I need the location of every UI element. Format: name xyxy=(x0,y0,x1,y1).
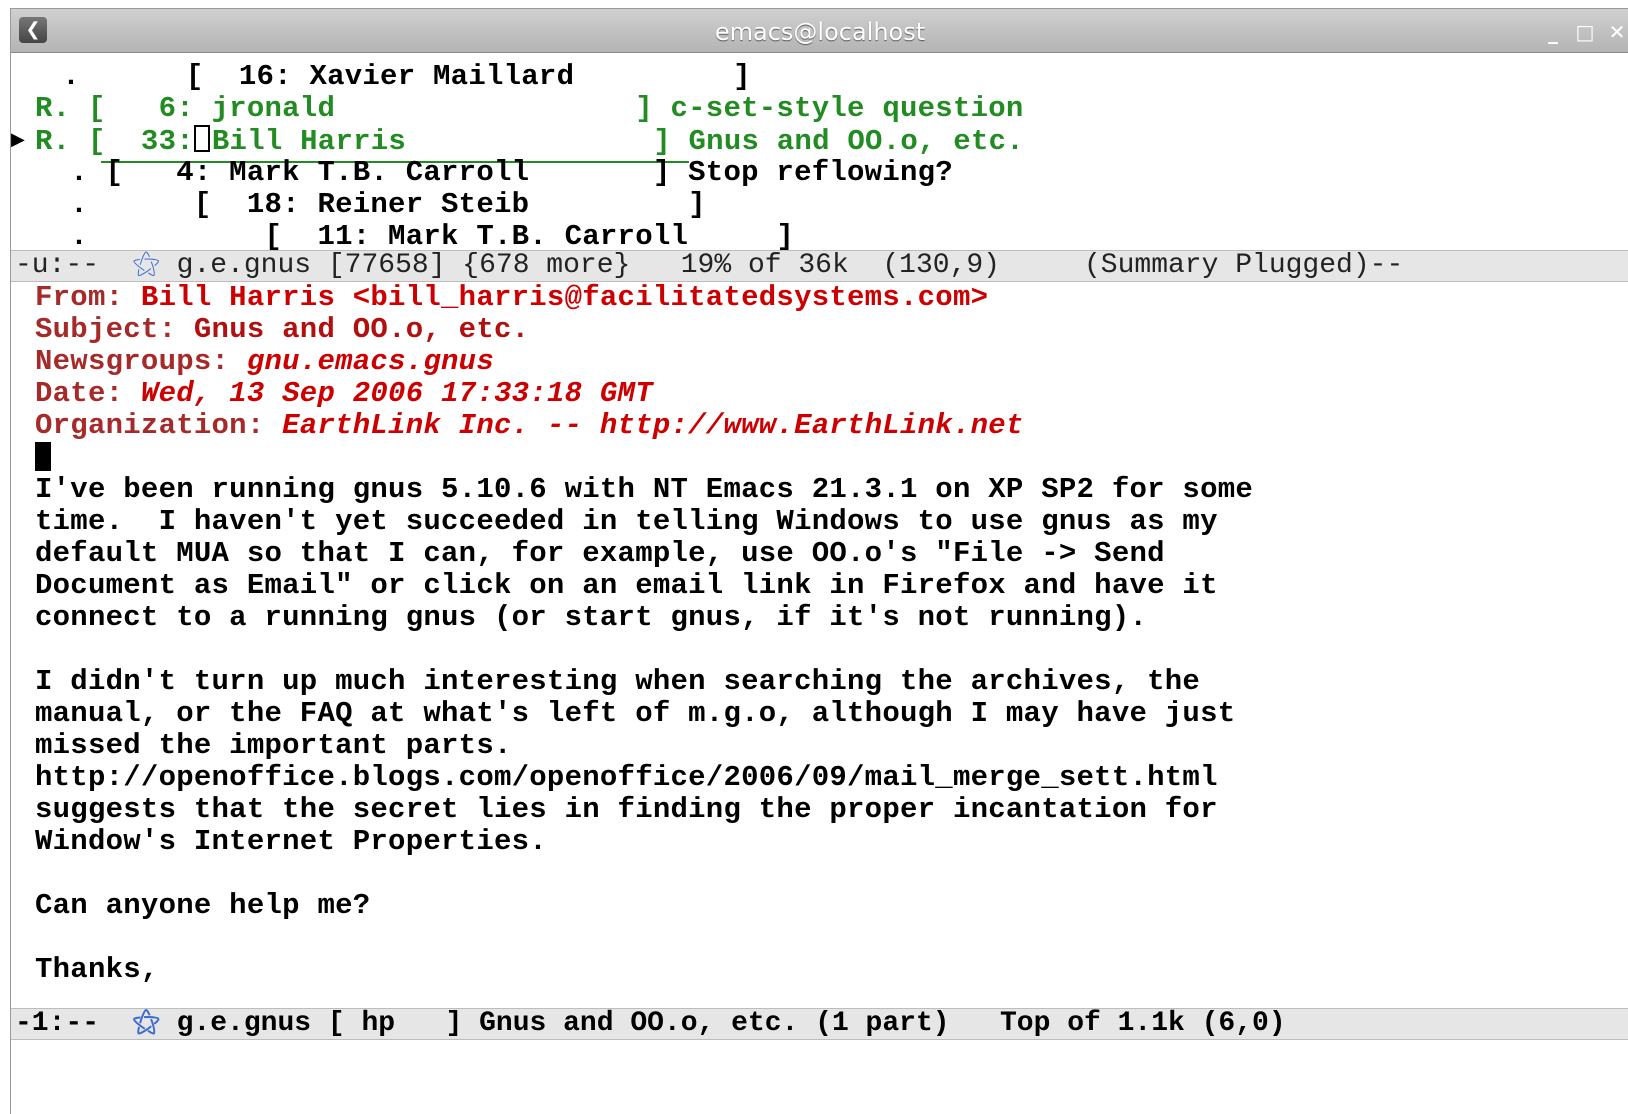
body-line: Can anyone help me? xyxy=(35,889,371,922)
body-line: Document as Email" or click on an email … xyxy=(35,569,1218,602)
body-line: manual, or the FAQ at what's left of m.g… xyxy=(35,697,1236,730)
summary-line-prefix: R. [ 33: xyxy=(35,125,194,158)
gnus-icon: ⚝ xyxy=(132,1008,160,1039)
body-line: suggests that the secret lies in finding… xyxy=(35,793,1218,826)
header-name: Date: xyxy=(35,377,124,410)
modeline-text: -1:-- ⚝ g.e.gnus [ hp ] Gnus and OO.o, e… xyxy=(15,1009,1286,1039)
article-buffer[interactable]: From: Bill Harris <bill_harris@facilitat… xyxy=(11,282,1628,1010)
header-name: From: xyxy=(35,282,124,314)
header-value: gnu.emacs.gnus xyxy=(229,345,494,378)
minimize-button[interactable]: _ xyxy=(1541,21,1565,43)
body-line: connect to a running gnus (or start gnus… xyxy=(35,601,1148,634)
body-line: Window's Internet Properties. xyxy=(35,825,547,858)
modeline-text: -u:-- ⚝ g.e.gnus [77658] {678 more} 19% … xyxy=(15,251,1403,281)
modeline-state: -1:-- xyxy=(15,1008,133,1039)
header-value: Gnus and OO.o, etc. xyxy=(176,313,530,346)
header-from: From: Bill Harris <bill_harris@facilitat… xyxy=(35,282,988,314)
body-line: default MUA so that I can, for example, … xyxy=(35,537,1165,570)
header-name: Subject: xyxy=(35,313,177,346)
summary-modeline[interactable]: -u:-- ⚝ g.e.gnus [77658] {678 more} 19% … xyxy=(11,250,1628,282)
summary-line[interactable]: . [ 4: Mark T.B. Carroll ] Stop reflowin… xyxy=(35,157,953,189)
summary-buffer[interactable]: . [ 16: Xavier Maillard ] R. [ 6: jronal… xyxy=(11,53,1628,263)
body-line: time. I haven't yet succeeded in telling… xyxy=(35,505,1218,538)
header-name: Organization: xyxy=(35,409,265,442)
body-line: I didn't turn up much interesting when s… xyxy=(35,665,1201,698)
modeline-info: g.e.gnus [77658] {678 more} 19% of 36k (… xyxy=(159,250,1404,281)
header-date: Date: Wed, 13 Sep 2006 17:33:18 GMT xyxy=(35,378,653,410)
body-line: Thanks, xyxy=(35,953,159,986)
header-value: EarthLink Inc. -- http://www.EarthLink.n… xyxy=(264,409,1024,442)
summary-line[interactable]: . [ 18: Reiner Steib ] xyxy=(35,189,706,221)
maximize-button[interactable]: □ xyxy=(1573,21,1597,43)
title-bar[interactable]: ❮ emacs@localhost _ □ ✕ xyxy=(11,9,1628,53)
header-organization: Organization: EarthLink Inc. -- http://w… xyxy=(35,410,1024,442)
article-cursor-line xyxy=(35,442,51,474)
header-subject: Subject: Gnus and OO.o, etc. xyxy=(35,314,529,346)
article-modeline[interactable]: -1:-- ⚝ g.e.gnus [ hp ] Gnus and OO.o, e… xyxy=(11,1008,1628,1040)
modeline-state: -u:-- xyxy=(15,250,133,281)
header-value: Bill Harris <bill_harris@facilitatedsyst… xyxy=(123,282,989,314)
header-name: Newsgroups: xyxy=(35,345,230,378)
summary-line-current[interactable]: R. [ 33: Bill Harris ] Gnus and OO.o, etc… xyxy=(35,125,1024,158)
current-line-arrow-icon: ▶ xyxy=(11,131,25,151)
gnus-icon: ⚝ xyxy=(132,250,160,281)
header-value: Wed, 13 Sep 2006 17:33:18 GMT xyxy=(123,377,653,410)
modeline-info: g.e.gnus [ hp ] Gnus and OO.o, etc. (1 p… xyxy=(159,1008,1286,1039)
body-url-line[interactable]: http://openoffice.blogs.com/openoffice/2… xyxy=(35,762,1218,794)
block-cursor xyxy=(35,442,51,471)
point-cursor xyxy=(193,125,210,152)
summary-line[interactable]: R. [ 6: jronald ] c-set-style question xyxy=(35,93,1024,125)
summary-line[interactable]: . [ 16: Xavier Maillard ] xyxy=(27,61,751,93)
close-button[interactable]: ✕ xyxy=(1605,21,1628,43)
window-title: emacs@localhost xyxy=(714,18,926,46)
summary-line-rest: Bill Harris ] Gnus and OO.o, etc. xyxy=(211,125,1024,158)
minibuffer[interactable] xyxy=(11,1040,1628,1114)
summary-line[interactable]: . [ 11: Mark T.B. Carroll ] xyxy=(35,221,794,253)
body-line: I've been running gnus 5.10.6 with NT Em… xyxy=(35,473,1254,506)
emacs-window: ❮ emacs@localhost _ □ ✕ . [ 16: Xavier M… xyxy=(10,8,1628,1114)
body-line: missed the important parts. xyxy=(35,729,512,762)
header-newsgroups: Newsgroups: gnu.emacs.gnus xyxy=(35,346,494,378)
